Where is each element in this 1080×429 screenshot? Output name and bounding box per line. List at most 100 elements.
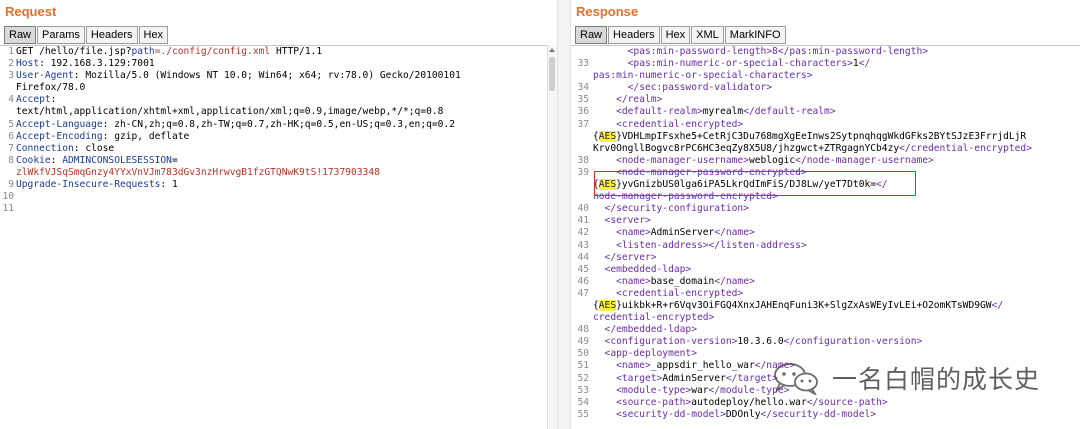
code-token: <node-manager-username>	[593, 154, 749, 166]
line-text: Accept-Language: zh-CN,zh;q=0.8,zh-TW;q=…	[16, 119, 455, 131]
line-number: 11	[2, 203, 14, 215]
line-text: <pas:min-password-length>8</pas:min-pass…	[593, 46, 928, 58]
code-token: <embedded-ldap>	[593, 263, 692, 275]
line-text: <module-type>war</module-type>	[593, 385, 789, 397]
code-token: credential-encrypted>	[593, 312, 715, 324]
response-tab-xml[interactable]: XML	[691, 26, 724, 44]
code-line: 7 Connection: close	[0, 143, 557, 155]
request-tab-params[interactable]: Params	[37, 26, 85, 44]
scroll-up-arrow-icon[interactable]	[549, 48, 555, 52]
code-line: 55 <security-dd-model>DDOnly</security-d…	[571, 409, 1080, 421]
code-token: <module-type>	[593, 384, 692, 396]
line-number	[571, 179, 593, 191]
code-line: 37 <credential-encrypted>	[571, 119, 1080, 131]
code-token: <source-path>	[593, 396, 692, 408]
code-line: 3 User-Agent: Mozilla/5.0 (Windows NT 10.…	[0, 70, 557, 82]
response-tabs: Raw Headers Hex XML MarkINFO	[575, 26, 787, 44]
line-text: <configuration-version>10.3.6.0</configu…	[593, 336, 923, 348]
response-tab-hex[interactable]: Hex	[660, 26, 691, 44]
line-number: 33	[577, 58, 589, 70]
line-text: node-manager-password-encrypted>	[593, 191, 778, 203]
code-token: : gzip, deflate	[102, 130, 190, 142]
line-text: </server>	[593, 252, 657, 264]
code-line: 45 <embedded-ldap>	[571, 264, 1080, 276]
response-tab-markinfo[interactable]: MarkINFO	[724, 26, 786, 44]
code-token: :	[50, 94, 57, 106]
request-editor[interactable]: 1 GET /hello/file.jsp?path=./config/confi…	[0, 45, 557, 429]
line-text: pas:min-numeric-or-special-characters>	[593, 70, 813, 82]
code-token: </target>	[725, 372, 778, 384]
code-line: 34 </sec:password-validator>	[571, 82, 1080, 94]
code-token: </sec:password-validator>	[593, 82, 773, 94]
code-token: </security-dd-model>	[760, 408, 877, 420]
code-token: </node-manager-username>	[795, 154, 934, 166]
line-number: 10	[2, 191, 14, 203]
code-token: }VDHLmpIFsxhe5+CetRjC3Du768mgXgEeInws2Sy…	[616, 130, 1027, 142]
code-token: Accept-Language	[16, 118, 103, 130]
line-number: 9	[8, 179, 14, 191]
code-token: =./config/config.xml	[154, 46, 271, 57]
code-token: }yvGnizbUS0lga6iPA5LkrQdImFiS/DJ8Lw/yeT7…	[616, 179, 877, 191]
code-line: 39 <node-manager-password-encrypted>	[571, 167, 1080, 179]
code-line: 42 <name>AdminServer</name>	[571, 227, 1080, 239]
wechat-chat-bubbles-icon	[772, 361, 820, 397]
line-text: Accept-Encoding: gzip, deflate	[16, 131, 189, 143]
code-token: Cookie	[16, 154, 51, 166]
code-token: Connection	[16, 142, 74, 154]
line-number	[571, 70, 593, 82]
code-line: 47 <credential-encrypted>	[571, 288, 1080, 300]
code-token: HTTP/1.1	[270, 46, 323, 57]
aes-marker: AES	[598, 130, 617, 142]
line-text: <security-dd-model>DDOnly</security-dd-m…	[593, 409, 876, 421]
line-number	[571, 191, 593, 203]
code-line: 38 <node-manager-username>weblogic</node…	[571, 155, 1080, 167]
line-text: Firefox/78.0	[16, 82, 85, 94]
line-number: 50	[577, 348, 589, 360]
code-token: <configuration-version>	[593, 336, 738, 348]
code-token: </realm>	[593, 94, 663, 106]
response-title: Response	[576, 4, 639, 19]
code-line: 43 <listen-address></listen-address>	[571, 240, 1080, 252]
request-tab-hex[interactable]: Hex	[138, 26, 169, 44]
line-number: 46	[577, 275, 589, 287]
code-token: node-manager-password-encrypted>	[593, 191, 778, 203]
code-token: <default-realm>	[593, 106, 703, 118]
line-text: User-Agent: Mozilla/5.0 (Windows NT 10.0…	[16, 70, 461, 82]
line-number: 6	[8, 130, 14, 142]
line-number: 43	[577, 239, 589, 251]
code-line: <pas:min-password-length>8</pas:min-pass…	[571, 46, 1080, 58]
request-tab-raw[interactable]: Raw	[4, 26, 37, 44]
code-line: 49 <configuration-version>10.3.6.0</conf…	[571, 336, 1080, 348]
code-token: AdminServer	[650, 227, 715, 239]
line-text: <source-path>autodeploy/hello.war</sourc…	[593, 397, 888, 409]
code-token: <node-manager-password-encrypted>	[593, 166, 807, 178]
code-token: base_domain	[650, 275, 715, 287]
line-text: GET /hello/file.jsp?path=./config/config…	[16, 46, 322, 58]
line-number: 7	[8, 142, 14, 154]
response-tab-headers[interactable]: Headers	[608, 26, 660, 44]
line-number: 41	[577, 215, 589, 227]
code-line: 35 </realm>	[571, 94, 1080, 106]
code-line: 2 Host: 192.168.3.129:7001	[0, 58, 557, 70]
code-token: : 192.168.3.129:7001	[39, 58, 155, 70]
request-tab-headers[interactable]: Headers	[85, 26, 138, 44]
code-token: <credential-encrypted>	[593, 118, 744, 130]
line-number: 51	[577, 360, 589, 372]
line-number: 8	[8, 154, 14, 166]
line-text: <name>base_domain</name>	[593, 276, 755, 288]
request-scrollbar[interactable]	[547, 45, 557, 429]
line-number: 39	[577, 166, 589, 178]
line-number: 34	[577, 82, 589, 94]
line-text: <default-realm>myrealm</default-realm>	[593, 106, 836, 118]
line-number	[571, 312, 593, 324]
response-tab-raw[interactable]: Raw	[575, 26, 608, 44]
pane-splitter[interactable]	[557, 0, 571, 429]
line-number: 52	[577, 372, 589, 384]
line-text: zlWkfVJSqSmqGnzy4YYxVnVJm783dGv3nzHrwvgB…	[16, 167, 380, 179]
line-number: 36	[577, 106, 589, 118]
line-number	[571, 143, 593, 155]
code-token: GET /hello/file.jsp?	[16, 46, 132, 57]
code-token: : zh-CN,zh;q=0.8,zh-TW;q=0.7,zh-HK;q=0.5…	[102, 118, 455, 130]
scroll-thumb[interactable]	[549, 57, 555, 91]
code-line: Firefox/78.0	[0, 82, 557, 94]
